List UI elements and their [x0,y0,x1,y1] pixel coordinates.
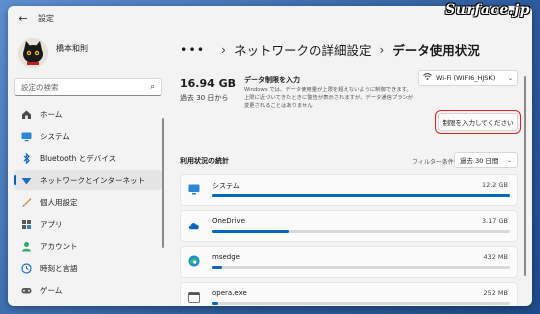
usage-bar-fill [212,302,218,305]
sidebar-item-label: アプリ [40,219,63,229]
personalization-icon [20,196,32,208]
app-usage-item-msedge[interactable]: msedge 432 MB [180,246,518,278]
app-title: 設定 [38,13,54,23]
home-icon [20,108,32,120]
wifi-icon [423,73,432,83]
sidebar-item-label: 時刻と言語 [40,263,78,273]
system-icon [20,130,32,142]
edge-icon [188,255,200,267]
network-icon [20,174,32,186]
usage-bar-track [212,230,510,233]
sidebar-item-label: アカウント [40,241,78,251]
system-app-icon [188,183,200,195]
onedrive-icon [188,219,200,231]
sidebar-item-accounts[interactable]: アカウント [14,236,162,256]
avatar [18,38,48,68]
sidebar-item-home[interactable]: ホーム [14,104,162,124]
app-usage-item-opera[interactable]: opera.exe 252 MB [180,282,518,306]
sidebar-item-label: ゲーム [40,285,63,295]
back-button[interactable]: ← [12,7,34,29]
page-title: データ使用状況 [392,43,480,58]
main-scrollbar[interactable] [524,76,526,276]
app-name: msedge [212,253,240,261]
sidebar-item-time-language[interactable]: 時刻と言語 [14,258,162,278]
sidebar-item-personalization[interactable]: 個人用設定 [14,192,162,212]
sidebar-item-label: ネットワークとインターネット [40,175,145,185]
sidebar-item-network[interactable]: ネットワークとインターネット [14,170,162,190]
usage-total: 16.94 GB [180,77,237,90]
sidebar-item-bluetooth[interactable]: Bluetooth とデバイス [14,148,162,168]
sidebar-item-label: Bluetooth とデバイス [40,153,117,163]
data-limit-title: データ制限を入力 [244,76,300,84]
usage-bar-fill [212,266,223,269]
app-window-icon [188,291,200,303]
gaming-icon [20,284,32,296]
settings-window: ← 設定 橋本和則 設定の検索 ⌕ ホーム システム Bluetooth とデバ… [8,6,532,306]
sidebar-item-system[interactable]: システム [14,126,162,146]
app-name: システム [212,182,240,190]
chevron-right-icon: › [379,42,385,57]
network-select-value: Wi-Fi (WIFI6_HJSK) [436,74,496,82]
sidebar-item-label: ホーム [40,109,63,119]
filter-label: フィルター条件: [412,159,456,166]
usage-period: 過去 30 日から [180,94,229,102]
app-name: OneDrive [212,217,245,225]
enter-limit-button[interactable]: 制限を入力してください [435,110,521,134]
usage-bar-track [212,266,510,269]
app-usage-list: システム 12.2 GB OneDrive 3.17 GB msedge 432… [180,174,518,306]
usage-bar-fill [212,194,510,197]
app-data-size: 252 MB [483,289,508,297]
bluetooth-icon [20,152,32,164]
sidebar-item-label: システム [40,131,70,141]
app-usage-item-onedrive[interactable]: OneDrive 3.17 GB [180,210,518,242]
sidebar: 橋本和則 設定の検索 ⌕ ホーム システム Bluetooth とデバイス ネッ… [8,30,168,306]
data-limit-description: Windows では、データ使用量が上限を超えないように制御できます。上限に近づ… [244,87,414,109]
apps-icon [20,218,32,230]
breadcrumb-parent[interactable]: ネットワークの詳細設定 [234,40,372,59]
search-placeholder: 設定の検索 [21,82,59,92]
user-profile[interactable]: 橋本和則 [8,30,168,74]
app-data-size: 3.17 GB [481,217,508,225]
sidebar-scrollbar[interactable] [162,118,164,248]
chevron-down-icon: ⌄ [506,156,512,164]
main-content: ••• › ネットワークの詳細設定 › データ使用状況 16.94 GB 過去 … [174,30,532,306]
chevron-right-icon: › [221,42,226,57]
search-icon: ⌕ [149,82,155,92]
sidebar-item-gaming[interactable]: ゲーム [14,280,162,300]
network-select[interactable]: Wi-Fi (WIFI6_HJSK) ⌄ [418,70,518,86]
usage-bar-track [212,302,510,305]
watermark: Surface.jp [445,2,530,18]
search-input[interactable]: 設定の検索 ⌕ [14,78,162,96]
app-usage-item-system[interactable]: システム 12.2 GB [180,174,518,206]
app-data-size: 432 MB [483,253,508,261]
back-arrow-icon: ← [18,11,28,25]
user-name: 橋本和則 [56,43,88,53]
breadcrumb: ••• › ネットワークの詳細設定 › データ使用状況 [180,40,480,59]
app-data-size: 12.2 GB [481,181,508,189]
account-icon [20,240,32,252]
filter-select[interactable]: 過去 30 日間 ⌄ [454,152,518,168]
filter-select-value: 過去 30 日間 [460,157,499,165]
sidebar-item-label: 個人用設定 [40,197,78,207]
app-name: opera.exe [212,289,247,297]
breadcrumb-more-button[interactable]: ••• [180,42,205,57]
usage-stats-heading: 利用状況の統計 [180,157,229,165]
time-language-icon [20,262,32,274]
sidebar-nav: ホーム システム Bluetooth とデバイス ネットワークとインターネット [8,104,168,300]
usage-bar-fill [212,230,290,233]
chevron-down-icon: ⌄ [507,74,513,82]
usage-bar-track [212,194,510,197]
sidebar-item-apps[interactable]: アプリ [14,214,162,234]
